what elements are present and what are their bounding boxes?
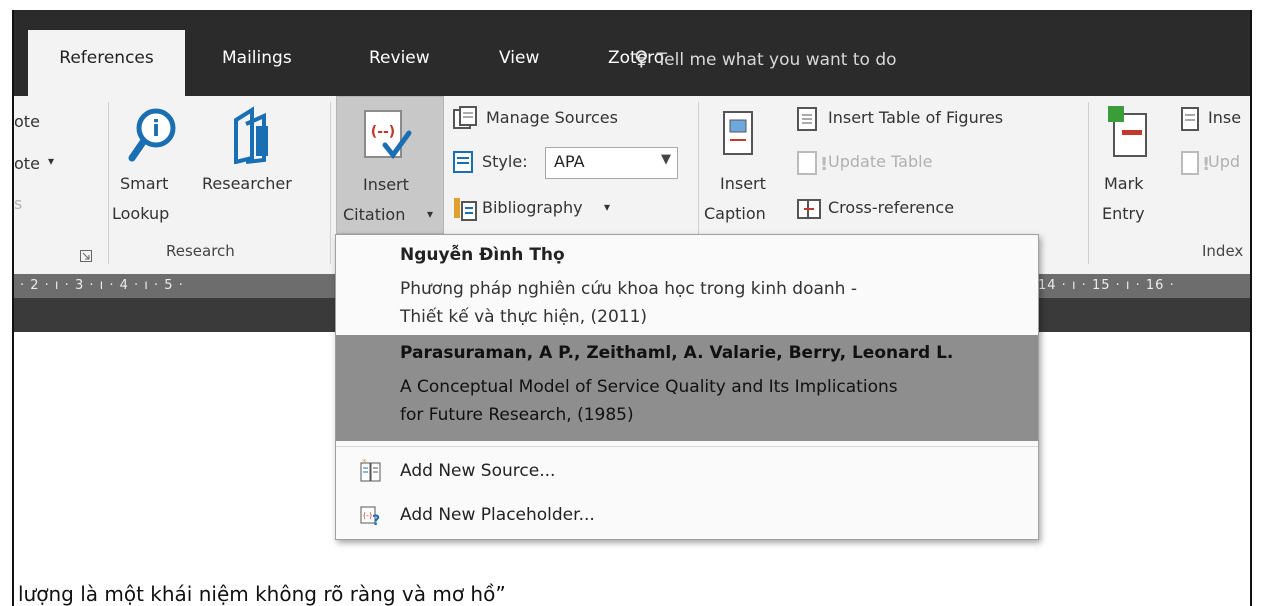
cross-reference-button[interactable]: Cross-reference <box>792 194 1012 228</box>
update-index-icon: ! <box>1181 151 1210 175</box>
insert-footnote-button[interactable]: ote <box>14 112 40 131</box>
svg-text:(-): (-) <box>363 511 372 520</box>
ribbon-tab-bar: References Mailings Review View Zotero ♀… <box>12 10 1252 98</box>
chevron-down-icon: ▾ <box>604 200 611 214</box>
source-title-line-2: Thiết kế và thực hiện, (2011) <box>400 307 648 327</box>
update-table-button[interactable]: ! Update Table <box>792 148 992 182</box>
insert-citation-menu: Nguyễn Đình Thọ Phương pháp nghiên cứu k… <box>335 234 1039 540</box>
citation-source-item[interactable]: Nguyễn Đình Thọ Phương pháp nghiên cứu k… <box>336 235 1038 335</box>
style-value: APA <box>554 152 585 171</box>
smart-lookup-label-1: Smart <box>120 174 169 193</box>
mark-entry-button[interactable]: Mark Entry <box>1094 104 1164 234</box>
add-new-placeholder-label: Add New Placeholder... <box>400 505 595 525</box>
ruler-ticks-left: · 2 · ı · 3 · ı · 4 · ı · 5 · <box>20 278 184 293</box>
manage-sources-label: Manage Sources <box>486 108 618 127</box>
citation-source-item-highlighted[interactable]: Parasuraman, A P., Zeithaml, A. Valarie,… <box>336 335 1038 441</box>
group-separator <box>330 102 331 264</box>
researcher-button[interactable]: Researcher <box>196 106 314 206</box>
insert-index-button[interactable]: Inse <box>1174 104 1254 138</box>
insert-caption-label-2: Caption <box>704 204 766 223</box>
add-placeholder-icon: (-) ? <box>360 506 380 527</box>
tab-review[interactable]: Review <box>369 48 430 68</box>
insert-table-of-figures-button[interactable]: Insert Table of Figures <box>792 104 1082 138</box>
lightbulb-icon: ♀ <box>634 46 649 70</box>
update-table-label: Update Table <box>828 152 933 171</box>
svg-text:i: i <box>152 117 160 142</box>
source-author: Nguyễn Đình Thọ <box>400 245 565 265</box>
bibliography-icon <box>454 198 477 221</box>
insert-endnote-button[interactable]: ote <box>14 154 40 173</box>
cross-reference-label: Cross-reference <box>828 198 955 217</box>
research-group-label: Research <box>166 242 235 260</box>
document-paragraph: lượng là một khái niệm không rõ ràng và … <box>18 582 506 606</box>
update-index-button[interactable]: ! Upd <box>1174 148 1254 182</box>
svg-text:!: ! <box>820 154 826 175</box>
menu-divider <box>336 446 1038 447</box>
insert-citation-label-2: Citation <box>343 205 406 224</box>
chevron-down-icon: ▼ <box>661 152 671 167</box>
svg-text:*: * <box>362 459 367 468</box>
tab-references[interactable]: References <box>28 30 185 98</box>
researcher-label: Researcher <box>202 174 292 193</box>
style-label: Style: <box>482 152 528 171</box>
show-notes-button[interactable]: s <box>14 194 22 213</box>
tell-me-label: Tell me what you want to do <box>656 50 897 70</box>
add-new-source-item[interactable]: * Add New Source... <box>336 449 1038 493</box>
update-index-label: Upd <box>1208 152 1241 171</box>
bibliography-label: Bibliography <box>482 198 583 217</box>
source-title-line-2: for Future Research, (1985) <box>400 405 634 425</box>
tab-mailings[interactable]: Mailings <box>222 48 292 68</box>
insert-citation-icon: (--) <box>364 110 412 160</box>
add-new-source-label: Add New Source... <box>400 461 556 481</box>
add-new-placeholder-item[interactable]: (-) ? Add New Placeholder... <box>336 493 1038 537</box>
style-icon <box>453 151 473 173</box>
insert-index-icon <box>1181 107 1199 131</box>
index-group-label: Index <box>1202 242 1244 260</box>
chevron-down-icon[interactable]: ▾ <box>48 154 54 168</box>
bibliography-button[interactable]: Bibliography ▾ <box>448 192 688 228</box>
info-search-icon: i <box>128 108 176 162</box>
mark-entry-icon <box>1108 106 1147 157</box>
insert-caption-icon <box>723 111 753 155</box>
insert-index-label: Inse <box>1208 108 1242 127</box>
insert-caption-button[interactable]: Insert Caption <box>702 106 786 234</box>
chevron-down-icon: ▾ <box>427 207 434 221</box>
insert-table-of-figures-label: Insert Table of Figures <box>828 108 1004 127</box>
tell-me-search[interactable]: ♀ Tell me what you want to do <box>634 46 897 70</box>
smart-lookup-button[interactable]: i Smart Lookup <box>112 106 190 236</box>
add-source-icon: * <box>360 459 381 482</box>
insert-citation-button[interactable]: (--) Insert Citation ▾ <box>336 96 444 234</box>
svg-text:?: ? <box>372 513 380 527</box>
insert-citation-label-1: Insert <box>363 175 409 194</box>
source-title-line-1: Phương pháp nghiên cứu khoa học trong ki… <box>400 279 857 299</box>
cross-reference-icon <box>797 199 821 219</box>
mark-entry-label-1: Mark <box>1104 174 1144 193</box>
source-title-line-1: A Conceptual Model of Service Quality an… <box>400 377 898 397</box>
manage-sources-button[interactable]: Manage Sources <box>448 104 678 138</box>
svg-text:(--): (--) <box>371 124 395 140</box>
update-table-icon: ! <box>797 151 826 175</box>
source-author: Parasuraman, A P., Zeithaml, A. Valarie,… <box>400 343 954 363</box>
dialog-launcher-icon[interactable] <box>80 250 92 262</box>
smart-lookup-label-2: Lookup <box>112 204 170 223</box>
tab-view[interactable]: View <box>499 48 539 68</box>
group-separator <box>108 102 109 264</box>
manage-sources-icon <box>453 106 477 129</box>
researcher-icon <box>234 106 268 164</box>
insert-caption-label-1: Insert <box>720 174 766 193</box>
ruler-ticks-right: 14 · ı · 15 · ı · 16 · <box>1038 278 1175 293</box>
style-dropdown[interactable]: APA ▼ <box>545 147 678 179</box>
mark-entry-label-2: Entry <box>1102 204 1145 223</box>
word-window: References Mailings Review View Zotero ♀… <box>0 0 1261 606</box>
table-of-figures-icon <box>797 107 817 131</box>
group-separator <box>1088 102 1089 264</box>
